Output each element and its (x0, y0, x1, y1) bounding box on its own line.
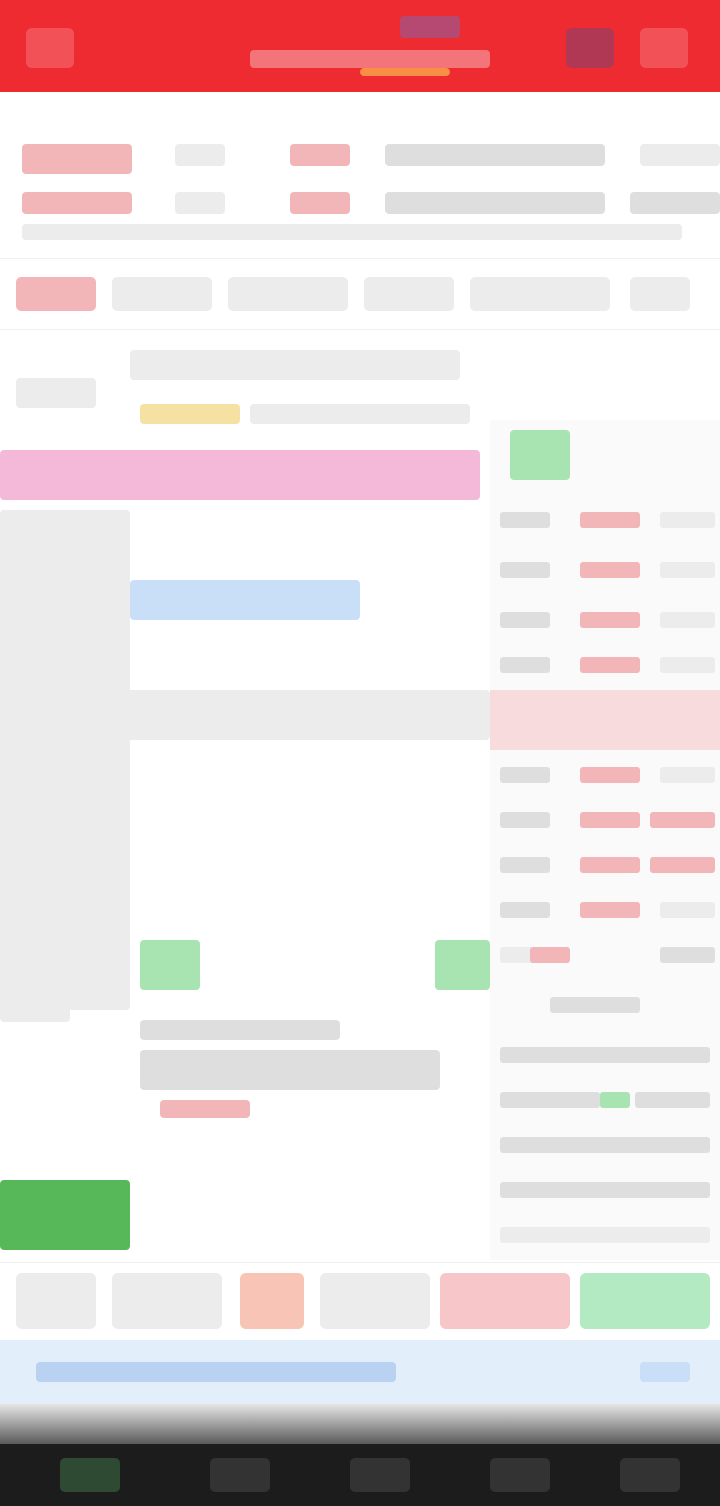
ma-label (140, 404, 240, 424)
trade-row (490, 1080, 720, 1120)
stock-subtitle (250, 50, 490, 68)
order-row (490, 550, 720, 590)
tab-3[interactable] (228, 277, 348, 311)
value-high (290, 144, 350, 166)
action-discuss[interactable] (320, 1273, 430, 1329)
stat-row-2 (385, 192, 605, 214)
volume-bar-down (0, 1180, 130, 1250)
order-row (490, 800, 720, 840)
stat-row-1 (385, 144, 605, 166)
sub-indicator-line-2 (140, 1050, 440, 1090)
order-row (490, 600, 720, 640)
label-low (175, 192, 225, 214)
order-row (490, 890, 720, 930)
action-share[interactable] (240, 1273, 304, 1329)
divider-shadow (0, 1404, 720, 1444)
notice-text (36, 1362, 396, 1382)
order-row (490, 500, 720, 540)
order-row (490, 645, 720, 685)
stat-extra-2 (630, 192, 720, 214)
trade-row (490, 1170, 720, 1210)
order-book (490, 420, 720, 1260)
stock-title (210, 16, 510, 76)
tools-button[interactable] (566, 28, 614, 68)
order-row-current (490, 690, 720, 750)
price-change (22, 192, 132, 214)
sub-indicator-value (160, 1100, 250, 1118)
bottom-tab-5[interactable] (620, 1458, 680, 1492)
bottom-tab-3[interactable] (350, 1458, 410, 1492)
subtitle-accent (360, 68, 450, 76)
order-book-header (510, 430, 570, 480)
action-bar (0, 1262, 720, 1339)
tab-4[interactable] (364, 277, 454, 311)
title-badge (400, 16, 460, 38)
order-row (490, 985, 720, 1025)
bottom-tab-1[interactable] (60, 1458, 120, 1492)
tab-2[interactable] (112, 277, 212, 311)
back-button[interactable] (26, 28, 74, 68)
trade-row (490, 1125, 720, 1165)
notice-more[interactable] (640, 1362, 690, 1382)
sub-indicator-label (0, 992, 70, 1022)
volume-band (0, 450, 480, 500)
chart-area[interactable] (0, 330, 490, 1260)
current-price (22, 144, 132, 174)
chart-tooltip (130, 580, 360, 620)
action-alert[interactable] (16, 1273, 96, 1329)
stat-row-3 (22, 224, 682, 240)
down-marker-2 (435, 940, 490, 990)
down-marker-1 (140, 940, 200, 990)
menu-button[interactable] (640, 28, 688, 68)
bottom-tab-bar (0, 1444, 720, 1506)
candle-column (0, 510, 130, 1010)
chart-scale-label (16, 378, 96, 408)
sub-indicator-line-1 (140, 1020, 340, 1040)
trade-row (490, 1035, 720, 1075)
sell-button[interactable] (580, 1273, 710, 1329)
stat-extra-1 (640, 144, 720, 166)
tab-5[interactable] (470, 277, 610, 311)
order-row (490, 935, 720, 975)
price-line (0, 690, 490, 740)
order-row (490, 755, 720, 795)
notice-banner[interactable] (0, 1340, 720, 1404)
period-tabs (0, 258, 720, 330)
ma-values (250, 404, 470, 424)
tab-more[interactable] (630, 277, 690, 311)
bottom-tab-4[interactable] (490, 1458, 550, 1492)
label-high (175, 144, 225, 166)
buy-button[interactable] (440, 1273, 570, 1329)
action-watchlist[interactable] (112, 1273, 222, 1329)
chart-indicator-row (130, 350, 460, 380)
top-header (0, 0, 720, 92)
order-row (490, 845, 720, 885)
trade-row (490, 1215, 720, 1255)
bottom-tab-2[interactable] (210, 1458, 270, 1492)
stock-info (0, 92, 720, 252)
tab-active[interactable] (16, 277, 96, 311)
value-low (290, 192, 350, 214)
